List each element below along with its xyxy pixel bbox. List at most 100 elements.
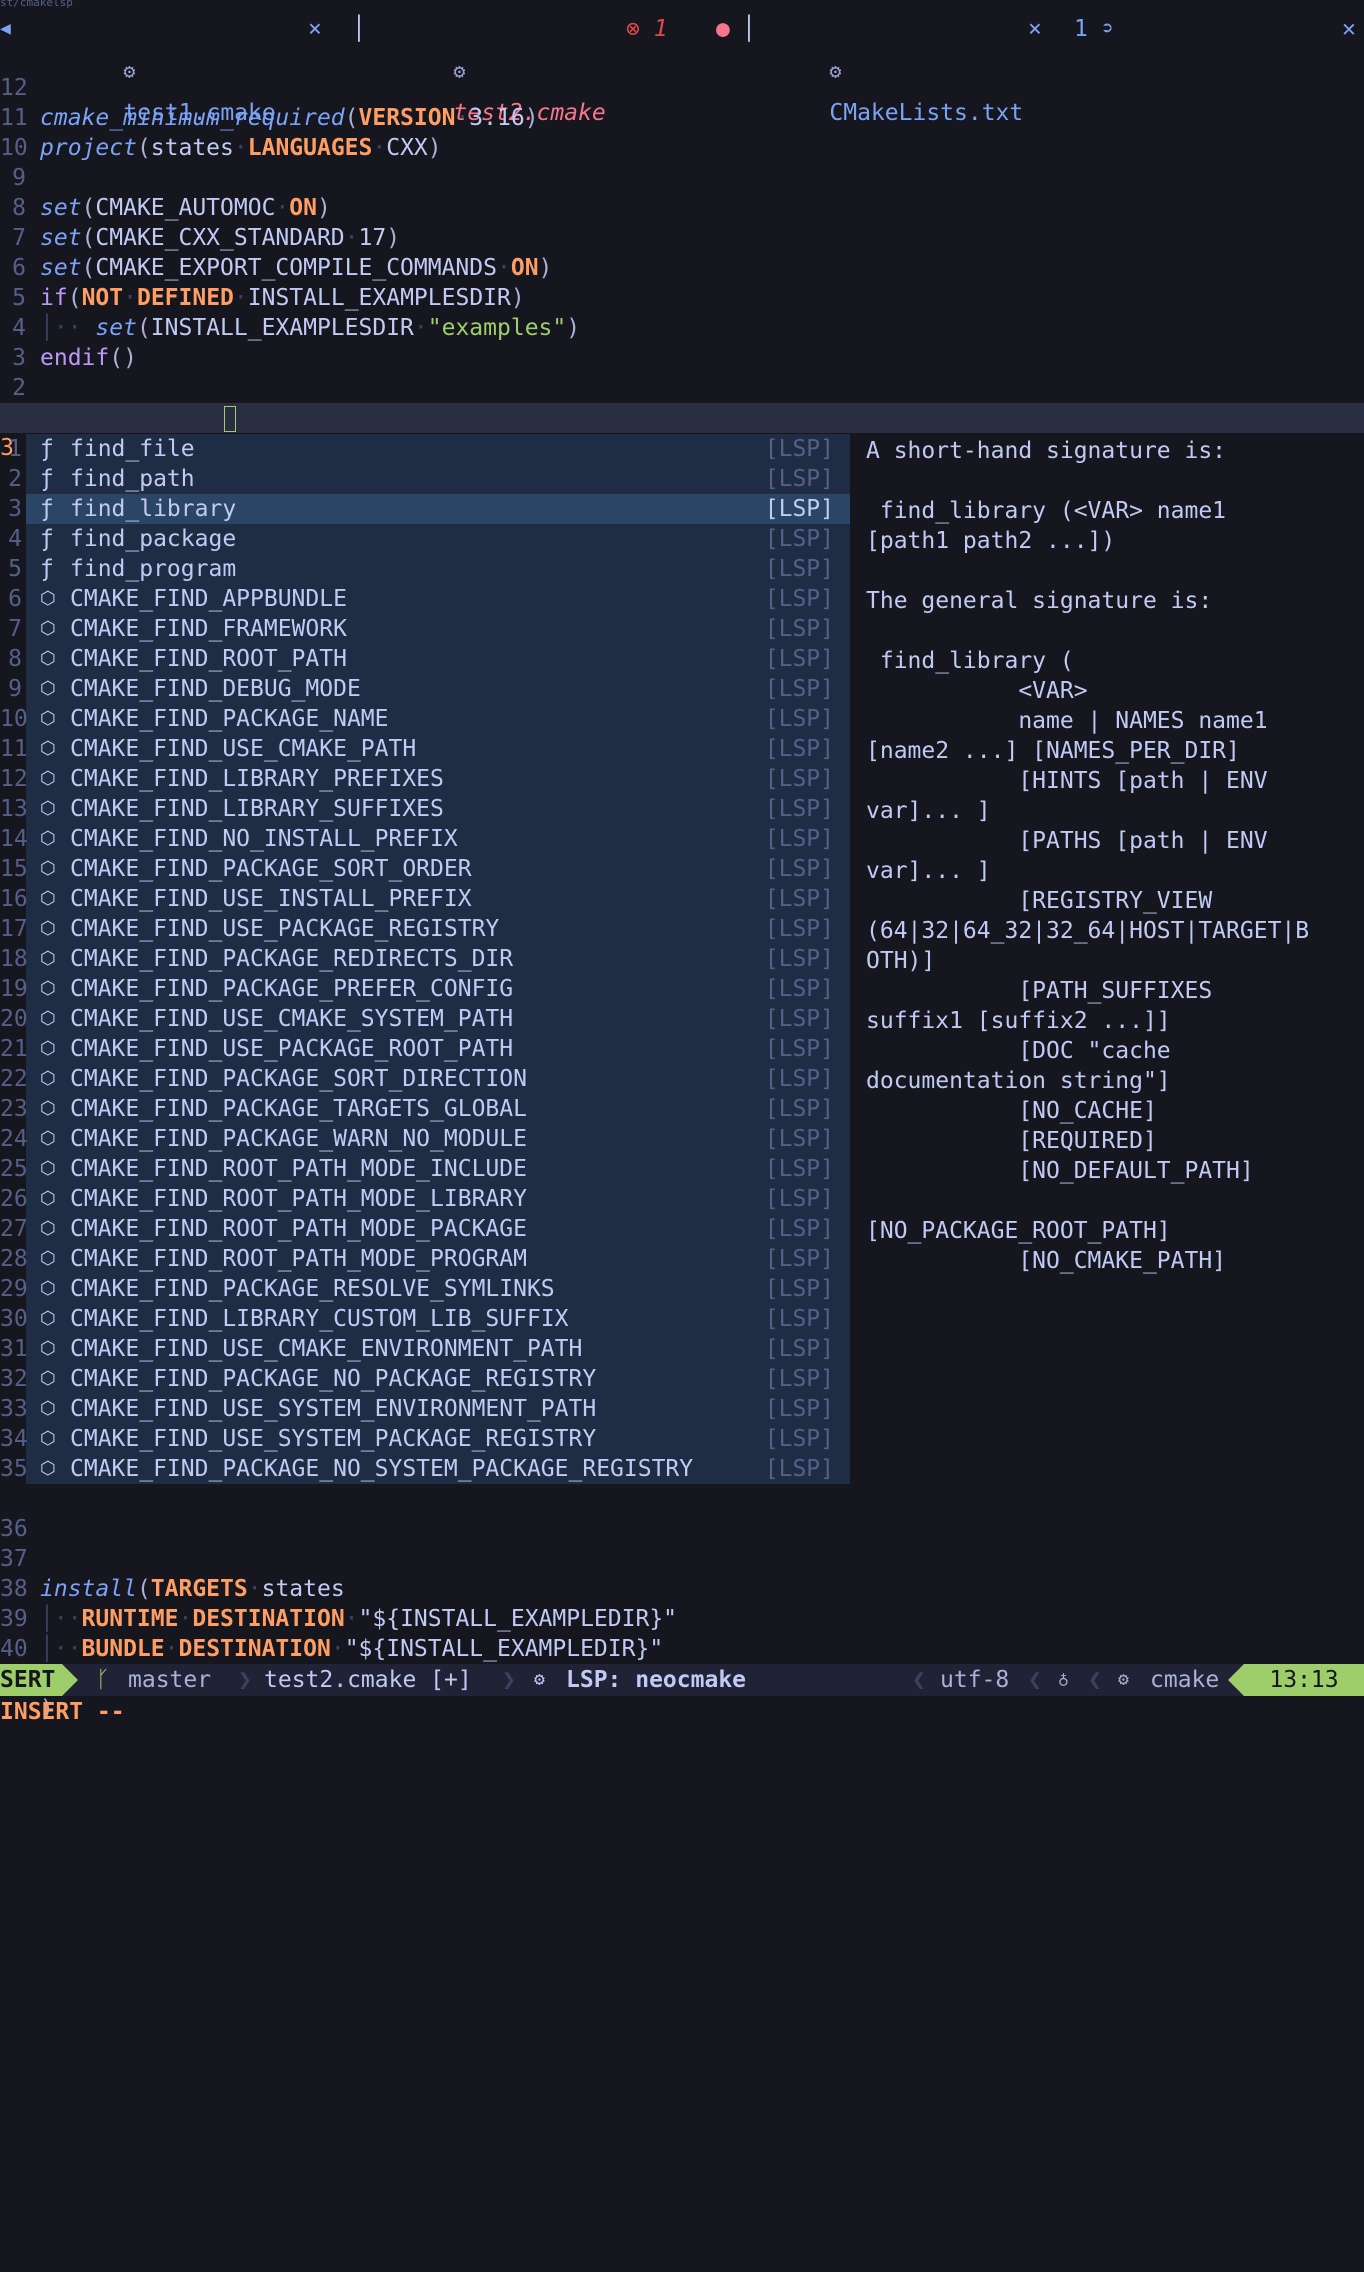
completion-item[interactable]: 35 ⬡ CMAKE_FIND_PACKAGE_NO_SYSTEM_PACKAGE_… <box>0 1454 850 1484</box>
current-line[interactable]: 3 find_library <box>0 403 1364 491</box>
doc-line: var]... ] <box>866 798 991 824</box>
code-line: 1 <box>0 373 1364 431</box>
variable-icon: ⬡ <box>40 708 56 729</box>
completion-label: CMAKE_FIND_LIBRARY_PREFIXES <box>70 766 444 792</box>
code-line: 6 if(NOT·DEFINED·INSTALL_EXAMPLESDIR) <box>0 223 1364 311</box>
completion-item[interactable]: 1 ƒ find_file [LSP] <box>8 434 850 464</box>
doc-line: [REGISTRY_VIEW <box>866 888 1213 914</box>
completion-label: CMAKE_FIND_PACKAGE_RESOLVE_SYMLINKS <box>70 1276 555 1302</box>
completion-item[interactable]: 12 ⬡ CMAKE_FIND_LIBRARY_PREFIXES [LSP] <box>0 764 850 794</box>
completion-item[interactable]: 16 ⬡ CMAKE_FIND_USE_INSTALL_PREFIX [LSP] <box>0 884 850 914</box>
completion-source: [LSP] <box>764 466 834 492</box>
doc-line: The general signature is: <box>866 588 1213 614</box>
completion-label: CMAKE_FIND_PACKAGE_SORT_ORDER <box>70 856 472 882</box>
completion-source: [LSP] <box>764 1006 834 1032</box>
doc-line: (64|32|64_32|32_64|HOST|TARGET|B <box>866 918 1310 944</box>
line-number: 18 <box>0 946 28 972</box>
completion-source: [LSP] <box>764 886 834 912</box>
completion-item[interactable]: 30 ⬡ CMAKE_FIND_LIBRARY_CUSTOM_LIB_SUFFIX [… <box>0 1304 850 1334</box>
command-line: INSERT -- <box>0 1699 125 1725</box>
variable-icon: ⬡ <box>40 918 56 939</box>
line-number: 11 <box>0 736 28 762</box>
line-number: 2 <box>8 466 22 492</box>
filetype: cmake <box>1150 1667 1220 1693</box>
gear-icon: ⚙ <box>1118 1669 1129 1690</box>
line-number: 12 <box>0 766 28 792</box>
branch-icon: ᚴ <box>96 1667 110 1693</box>
code-line: 39 │··BUNDLE·DESTINATION·"${INSTALL_EXAM… <box>0 1606 664 1662</box>
completion-item[interactable]: 31 ⬡ CMAKE_FIND_USE_CMAKE_ENVIRONMENT_PATH… <box>0 1334 850 1364</box>
completion-item[interactable]: 7 ⬡ CMAKE_FIND_FRAMEWORK [LSP] <box>8 614 850 644</box>
completion-item[interactable]: 8 ⬡ CMAKE_FIND_ROOT_PATH [LSP] <box>8 644 850 674</box>
completion-label: CMAKE_FIND_ROOT_PATH_MODE_PROGRAM <box>70 1246 527 1272</box>
completion-item[interactable]: 21 ⬡ CMAKE_FIND_USE_PACKAGE_ROOT_PATH [LSP] <box>0 1034 850 1064</box>
completion-item[interactable]: 4 ƒ find_package [LSP] <box>8 524 850 554</box>
variable-icon: ⬡ <box>40 1458 56 1479</box>
completion-menu[interactable]: 1 ƒ find_file [LSP] 2 ƒ find_path [LSP] 3 ƒ find_l… <box>0 434 850 1484</box>
doc-line: OTH)] <box>866 948 936 974</box>
completion-item[interactable]: 6 ⬡ CMAKE_FIND_APPBUNDLE [LSP] <box>8 584 850 614</box>
completion-item[interactable]: 19 ⬡ CMAKE_FIND_PACKAGE_PREFER_CONFIG [LSP] <box>0 974 850 1004</box>
completion-item[interactable]: 22 ⬡ CMAKE_FIND_PACKAGE_SORT_DIRECTION [LSP… <box>0 1064 850 1094</box>
line-number: 26 <box>0 1186 28 1212</box>
completion-item[interactable]: 34 ⬡ CMAKE_FIND_USE_SYSTEM_PACKAGE_REGISTR… <box>0 1424 850 1454</box>
variable-icon: ⬡ <box>40 1128 56 1149</box>
completion-source: [LSP] <box>764 1306 834 1332</box>
variable-icon: ⬡ <box>40 978 56 999</box>
line-number: 1 <box>8 436 22 462</box>
completion-label: CMAKE_FIND_USE_INSTALL_PREFIX <box>70 886 472 912</box>
completion-label: CMAKE_FIND_LIBRARY_SUFFIXES <box>70 796 444 822</box>
variable-icon: ⬡ <box>40 1248 56 1269</box>
completion-label: find_library <box>70 496 237 522</box>
code-line: 40 │··LIBRARY·DESTINATION·"${INSTALL_EXA… <box>0 1604 1364 1692</box>
completion-item[interactable]: 15 ⬡ CMAKE_FIND_PACKAGE_SORT_ORDER [LSP] <box>0 854 850 884</box>
completion-item[interactable]: 26 ⬡ CMAKE_FIND_ROOT_PATH_MODE_LIBRARY [LSP… <box>0 1184 850 1214</box>
completion-item[interactable]: 14 ⬡ CMAKE_FIND_NO_INSTALL_PREFIX [LSP] <box>0 824 850 854</box>
completion-item[interactable]: 24 ⬡ CMAKE_FIND_PACKAGE_WARN_NO_MODULE [LSP… <box>0 1124 850 1154</box>
doc-line: suffix1 [suffix2 ...]] <box>866 1008 1171 1034</box>
completion-item[interactable]: 28 ⬡ CMAKE_FIND_ROOT_PATH_MODE_PROGRAM [LSP… <box>0 1244 850 1274</box>
variable-icon: ⬡ <box>40 1188 56 1209</box>
encoding: utf-8 <box>940 1667 1010 1693</box>
doc-line: find_library (<VAR> name1 <box>866 498 1227 524</box>
completion-label: CMAKE_FIND_LIBRARY_CUSTOM_LIB_SUFFIX <box>70 1306 569 1332</box>
variable-icon: ⬡ <box>40 678 56 699</box>
completion-item[interactable]: 27 ⬡ CMAKE_FIND_ROOT_PATH_MODE_PACKAGE [LSP… <box>0 1214 850 1244</box>
completion-item[interactable]: 18 ⬡ CMAKE_FIND_PACKAGE_REDIRECTS_DIR [LSP] <box>0 944 850 974</box>
completion-label: find_path <box>70 466 195 492</box>
variable-icon: ⬡ <box>40 648 56 669</box>
doc-line: name | NAMES name1 <box>866 708 1268 734</box>
completion-item[interactable]: 5 ƒ find_program [LSP] <box>8 554 850 584</box>
completion-item[interactable]: 11 ⬡ CMAKE_FIND_USE_CMAKE_PATH [LSP] <box>0 734 850 764</box>
completion-item[interactable]: 20 ⬡ CMAKE_FIND_USE_CMAKE_SYSTEM_PATH [LSP] <box>0 1004 850 1034</box>
doc-line: [NO_PACKAGE_ROOT_PATH] <box>866 1218 1171 1244</box>
completion-item[interactable]: 17 ⬡ CMAKE_FIND_USE_PACKAGE_REGISTRY [LSP] <box>0 914 850 944</box>
completion-item[interactable]: 32 ⬡ CMAKE_FIND_PACKAGE_NO_PACKAGE_REGISTR… <box>0 1364 850 1394</box>
completion-item[interactable]: 2 ƒ find_path [LSP] <box>8 464 850 494</box>
variable-icon: ⬡ <box>40 1218 56 1239</box>
completion-label: CMAKE_FIND_DEBUG_MODE <box>70 676 361 702</box>
line-number: 9 <box>8 676 22 702</box>
completion-label: CMAKE_FIND_PACKAGE_NO_SYSTEM_PACKAGE_REG… <box>70 1456 694 1482</box>
completion-item[interactable]: 10 ⬡ CMAKE_FIND_PACKAGE_NAME [LSP] <box>0 704 850 734</box>
completion-item[interactable]: 23 ⬡ CMAKE_FIND_PACKAGE_TARGETS_GLOBAL [LSP… <box>0 1094 850 1124</box>
completion-item[interactable]: 13 ⬡ CMAKE_FIND_LIBRARY_SUFFIXES [LSP] <box>0 794 850 824</box>
completion-label: CMAKE_FIND_USE_PACKAGE_REGISTRY <box>70 916 500 942</box>
doc-line: [PATHS [path | ENV <box>866 828 1268 854</box>
line-number: 8 <box>8 646 22 672</box>
variable-icon: ⬡ <box>40 1278 56 1299</box>
completion-item[interactable]: 9 ⬡ CMAKE_FIND_DEBUG_MODE [LSP] <box>8 674 850 704</box>
completion-item[interactable]: 33 ⬡ CMAKE_FIND_USE_SYSTEM_ENVIRONMENT_PAT… <box>0 1394 850 1424</box>
separator-arrow: ❮ <box>912 1667 926 1693</box>
line-number: 30 <box>0 1306 28 1332</box>
linux-icon: ♁ <box>1058 1669 1069 1690</box>
completion-label: CMAKE_FIND_ROOT_PATH_MODE_LIBRARY <box>70 1186 527 1212</box>
line-number: 27 <box>0 1216 28 1242</box>
doc-line: [PATH_SUFFIXES <box>866 978 1213 1004</box>
completion-item[interactable]: 29 ⬡ CMAKE_FIND_PACKAGE_RESOLVE_SYMLINKS [L… <box>0 1274 850 1304</box>
completion-source: [LSP] <box>764 946 834 972</box>
completion-source: [LSP] <box>764 1396 834 1422</box>
completion-item[interactable]: 3 ƒ find_library [LSP] <box>8 494 850 524</box>
completion-item[interactable]: 25 ⬡ CMAKE_FIND_ROOT_PATH_MODE_INCLUDE [LSP… <box>0 1154 850 1184</box>
completion-label: CMAKE_FIND_ROOT_PATH <box>70 646 347 672</box>
